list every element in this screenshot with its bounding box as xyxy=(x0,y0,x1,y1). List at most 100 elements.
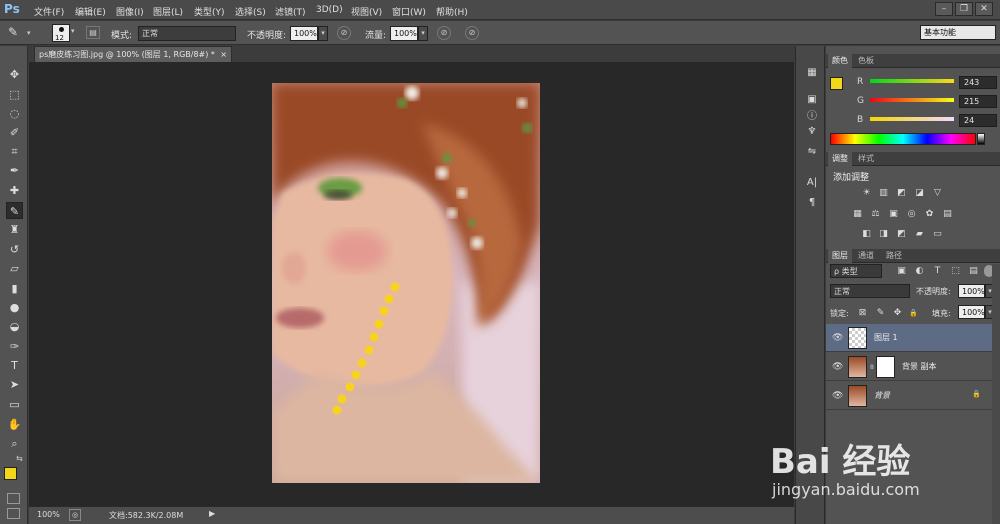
menu-view[interactable]: 视图(V) xyxy=(351,5,382,18)
info-panel-icon[interactable]: ⓘ xyxy=(804,110,820,124)
marquee-tool-icon[interactable]: ⬚ xyxy=(6,86,23,103)
pressure-size-icon[interactable]: ⊘ xyxy=(465,26,479,40)
path-select-tool-icon[interactable]: ➤ xyxy=(6,376,23,393)
quick-mask-icon[interactable] xyxy=(7,493,20,504)
paragraph-panel-icon[interactable]: ¶ xyxy=(804,196,820,210)
menu-window[interactable]: 窗口(W) xyxy=(392,5,426,18)
history-brush-tool-icon[interactable]: ↺ xyxy=(6,241,23,258)
channel-r-slider[interactable] xyxy=(870,79,954,83)
menu-type[interactable]: 类型(Y) xyxy=(194,5,225,18)
minimize-button[interactable]: – xyxy=(935,2,953,16)
layer-name[interactable]: 背景 副本 xyxy=(902,361,937,372)
foreground-color-chip[interactable] xyxy=(830,77,843,90)
levels-icon[interactable]: ▥ xyxy=(878,188,889,198)
foreground-color-swatch[interactable] xyxy=(4,467,17,480)
document-tab[interactable]: ps磨皮练习图.jpg @ 100% (图层 1, RGB/8#) * × xyxy=(34,46,232,62)
gradient-map-icon[interactable]: ▰ xyxy=(914,229,925,239)
swap-colors-icon[interactable]: ⇆ xyxy=(16,454,23,463)
tab-adjustments[interactable]: 调整 xyxy=(828,152,852,166)
quick-select-tool-icon[interactable]: ✐ xyxy=(6,124,23,141)
tool-preset-arrow-icon[interactable]: ▾ xyxy=(27,29,31,37)
tab-color[interactable]: 颜色 xyxy=(828,54,852,68)
airbrush-icon[interactable]: ⊘ xyxy=(437,26,451,40)
photo-filter-icon[interactable]: ◎ xyxy=(906,209,917,219)
exposure-icon[interactable]: ◪ xyxy=(914,188,925,198)
move-tool-icon[interactable]: ✥ xyxy=(6,66,23,83)
curves-icon[interactable]: ◩ xyxy=(896,188,907,198)
vibrance-icon[interactable]: ▽ xyxy=(932,188,943,198)
history-panel-icon[interactable]: ▦ xyxy=(804,66,820,80)
tab-layers[interactable]: 图层 xyxy=(828,249,852,263)
menu-help[interactable]: 帮助(H) xyxy=(436,5,468,18)
menu-layer[interactable]: 图层(L) xyxy=(153,5,183,18)
filter-shape-icon[interactable]: ⬚ xyxy=(950,266,961,276)
invert-icon[interactable]: ◧ xyxy=(861,229,872,239)
filter-smart-object-icon[interactable]: ▤ xyxy=(968,266,979,276)
opacity-dropdown[interactable]: ▾ xyxy=(318,26,328,41)
layer-name[interactable]: 图层 1 xyxy=(874,332,898,343)
properties-panel-icon[interactable]: ▣ xyxy=(804,93,820,107)
channel-b-input[interactable]: 24 xyxy=(959,114,997,127)
channel-b-slider[interactable] xyxy=(870,117,954,121)
blur-tool-icon[interactable]: ● xyxy=(6,299,23,316)
close-document-icon[interactable]: × xyxy=(220,47,227,62)
healing-brush-tool-icon[interactable]: ✚ xyxy=(6,182,23,199)
status-menu-arrow-icon[interactable]: ▶ xyxy=(209,509,215,518)
menu-file[interactable]: 文件(F) xyxy=(34,5,64,18)
fill-input[interactable]: 100% xyxy=(958,305,985,319)
eyedropper-tool-icon[interactable]: ✒ xyxy=(6,162,23,179)
black-white-icon[interactable]: ▣ xyxy=(888,209,899,219)
brush-preset-picker[interactable]: 12 xyxy=(52,24,70,42)
workspace-select[interactable]: 基本功能 xyxy=(920,25,996,40)
hand-tool-icon[interactable]: ✋ xyxy=(6,416,23,433)
color-spectrum-ramp[interactable] xyxy=(830,133,976,145)
close-window-button[interactable]: ✕ xyxy=(975,2,993,16)
layer-filter-select[interactable]: ρ 类型 xyxy=(830,264,882,278)
visibility-eye-icon[interactable]: 👁 xyxy=(832,391,843,401)
filter-type-icon[interactable]: T xyxy=(932,266,943,276)
layer-mask-thumbnail[interactable] xyxy=(876,356,895,378)
restore-button[interactable]: ❐ xyxy=(955,2,973,16)
selective-color-icon[interactable]: ▭ xyxy=(932,229,943,239)
channel-g-slider[interactable] xyxy=(870,98,954,102)
hue-saturation-icon[interactable]: ▦ xyxy=(852,209,863,219)
filter-pixel-icon[interactable]: ▣ xyxy=(896,266,907,276)
menu-edit[interactable]: 编辑(E) xyxy=(75,5,106,18)
screen-mode-icon[interactable] xyxy=(7,508,20,519)
brush-tool-icon[interactable]: ✎ xyxy=(6,202,23,219)
crop-tool-icon[interactable]: ⌗ xyxy=(6,143,23,160)
lasso-tool-icon[interactable]: ◌ xyxy=(6,105,23,122)
rectangle-tool-icon[interactable]: ▭ xyxy=(6,396,23,413)
clone-stamp-tool-icon[interactable]: ♜ xyxy=(6,221,23,238)
layer-opacity-input[interactable]: 100% xyxy=(958,284,985,298)
lock-all-icon[interactable]: 🔒 xyxy=(908,308,919,318)
lock-pixels-icon[interactable]: ✎ xyxy=(875,308,886,318)
visibility-eye-icon[interactable]: 👁 xyxy=(832,333,843,343)
layer-row-background[interactable]: 👁 背景 🔒 xyxy=(826,382,994,410)
menu-image[interactable]: 图像(I) xyxy=(116,5,144,18)
eraser-tool-icon[interactable]: ▱ xyxy=(6,260,23,277)
channel-mixer-icon[interactable]: ✿ xyxy=(924,209,935,219)
mode-select[interactable]: 正常 xyxy=(138,26,236,41)
filter-adjustment-icon[interactable]: ◐ xyxy=(914,266,925,276)
threshold-icon[interactable]: ◩ xyxy=(896,229,907,239)
grayscale-ramp[interactable] xyxy=(977,133,985,145)
flow-input[interactable]: 100% xyxy=(390,26,418,41)
color-balance-icon[interactable]: ⚖ xyxy=(870,209,881,219)
brightness-icon[interactable]: ☀ xyxy=(861,188,872,198)
layer-row-background-copy[interactable]: 👁 8 背景 副本 xyxy=(826,353,994,381)
menu-3d[interactable]: 3D(D) xyxy=(316,5,343,15)
lock-position-icon[interactable]: ✥ xyxy=(892,308,903,318)
zoom-level[interactable]: 100% xyxy=(37,510,60,519)
dodge-tool-icon[interactable]: ◒ xyxy=(6,318,23,335)
tab-paths[interactable]: 路径 xyxy=(882,249,906,263)
channel-r-input[interactable]: 243 xyxy=(959,76,997,89)
brush-panel-toggle-icon[interactable]: ▤ xyxy=(86,26,100,39)
status-info-icon[interactable]: ◎ xyxy=(69,509,81,521)
clone-source-panel-icon[interactable]: ⇋ xyxy=(804,145,820,159)
pressure-opacity-icon[interactable]: ⊘ xyxy=(337,26,351,40)
tab-swatches[interactable]: 色板 xyxy=(854,54,878,68)
color-lookup-icon[interactable]: ▤ xyxy=(942,209,953,219)
visibility-eye-icon[interactable]: 👁 xyxy=(832,362,843,372)
flow-dropdown[interactable]: ▾ xyxy=(418,26,428,41)
